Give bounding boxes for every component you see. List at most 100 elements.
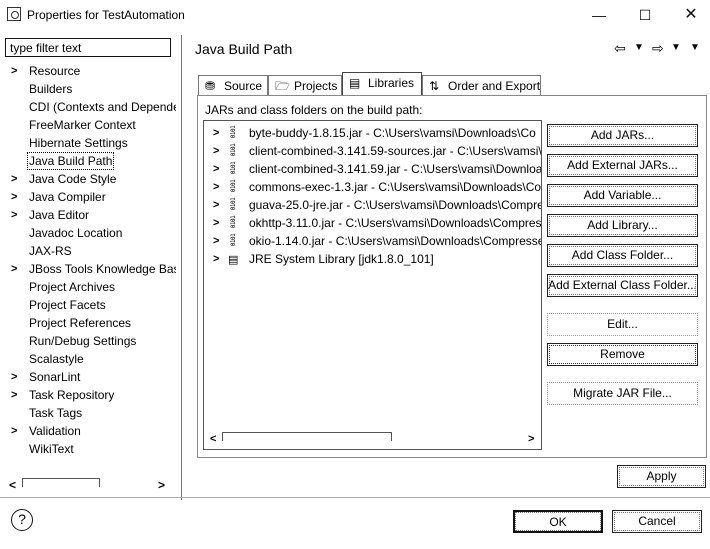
nav-item-label: Java Editor xyxy=(29,208,90,222)
nav-item[interactable]: > Task Repository xyxy=(0,386,176,404)
chevron-right-icon[interactable]: > xyxy=(11,170,17,188)
library-item[interactable]: > guava-25.0-jre.jar - C:\Users\vamsi\Dow… xyxy=(204,196,541,214)
nav-item[interactable]: > Java Code Style xyxy=(0,170,176,188)
chevron-right-icon[interactable]: > xyxy=(11,206,17,224)
nav-item-label: Run/Debug Settings xyxy=(29,334,137,348)
tab-order-and-export[interactable]: ⇅ Order and Export xyxy=(422,75,541,96)
nav-item[interactable]: Project Archives xyxy=(0,278,176,296)
library-item[interactable]: > ▤ JRE System Library [jdk1.8.0_101] xyxy=(204,250,541,268)
library-label: okhttp-3.11.0.jar - C:\Users\vamsi\Downl… xyxy=(249,216,542,230)
edit-button[interactable]: Edit... xyxy=(547,313,698,336)
jar-icon xyxy=(228,181,242,193)
chevron-right-icon[interactable]: > xyxy=(213,124,219,142)
nav-item[interactable]: Scalastyle xyxy=(0,350,176,368)
minimize-button[interactable]: — xyxy=(584,4,614,26)
nav-item[interactable]: FreeMarker Context xyxy=(0,116,176,134)
add-jars-button[interactable]: Add JARs... xyxy=(547,124,698,147)
list-scrollbar-thumb[interactable] xyxy=(222,432,392,441)
chevron-right-icon[interactable]: > xyxy=(213,232,219,250)
ok-button[interactable]: OK xyxy=(513,510,603,533)
nav-item[interactable]: JAX-RS xyxy=(0,242,176,260)
library-item[interactable]: > okhttp-3.11.0.jar - C:\Users\vamsi\Down… xyxy=(204,214,542,232)
nav-item[interactable]: Run/Debug Settings xyxy=(0,332,176,350)
tab-label: Source xyxy=(224,79,263,93)
tab-source[interactable]: ⛃ Source xyxy=(198,75,268,96)
list-scroll-right-icon[interactable]: > xyxy=(528,433,534,445)
filter-input[interactable] xyxy=(5,38,171,57)
nav-item-label: Project References xyxy=(29,316,132,330)
source-folder-icon: ⛃ xyxy=(205,79,216,93)
library-item[interactable]: > byte-buddy-1.8.15.jar - C:\Users\vamsi\… xyxy=(204,124,541,142)
nav-item[interactable]: > SonarLint xyxy=(0,368,176,386)
library-list[interactable]: > byte-buddy-1.8.15.jar - C:\Users\vamsi\… xyxy=(203,120,542,450)
forward-arrow-icon[interactable]: ⇨ xyxy=(652,40,664,57)
nav-item[interactable]: > Validation xyxy=(0,422,176,440)
nav-item-label: FreeMarker Context xyxy=(29,118,136,132)
nav-item-label: CDI (Contexts and Depende xyxy=(29,100,176,114)
nav-item[interactable]: WikiText xyxy=(0,440,176,458)
nav-item[interactable]: > Java Compiler xyxy=(0,188,176,206)
nav-item-label: Resource xyxy=(29,64,81,78)
nav-item-label: JBoss Tools Knowledge Bas xyxy=(29,262,176,276)
library-item[interactable]: > okio-1.14.0.jar - C:\Users\vamsi\Downlo… xyxy=(204,232,542,250)
library-label: okio-1.14.0.jar - C:\Users\vamsi\Downloa… xyxy=(249,234,542,248)
nav-item-label: WikiText xyxy=(29,442,74,456)
view-menu-icon[interactable]: ▼ xyxy=(690,42,700,53)
library-item[interactable]: > client-combined-3.141.59.jar - C:\Users… xyxy=(204,160,541,178)
library-label: byte-buddy-1.8.15.jar - C:\Users\vamsi\D… xyxy=(249,126,536,140)
maximize-button[interactable]: ☐ xyxy=(630,4,660,26)
chevron-right-icon[interactable]: > xyxy=(11,422,17,440)
migrate-jar-button[interactable]: Migrate JAR File... xyxy=(547,382,698,405)
library-item[interactable]: > commons-exec-1.3.jar - C:\Users\vamsi\D… xyxy=(204,178,541,196)
nav-item-label: Scalastyle xyxy=(29,352,84,366)
back-arrow-icon[interactable]: ⇦ xyxy=(614,40,626,57)
chevron-right-icon[interactable]: > xyxy=(11,386,17,404)
chevron-right-icon[interactable]: > xyxy=(213,250,219,268)
help-icon[interactable]: ? xyxy=(11,509,33,531)
nav-item[interactable]: Java Build Path xyxy=(0,152,176,170)
nav-scroll-left-icon[interactable]: < xyxy=(9,478,16,492)
chevron-right-icon[interactable]: > xyxy=(213,196,219,214)
separator xyxy=(0,497,710,498)
chevron-right-icon[interactable]: > xyxy=(11,260,17,278)
nav-item-label: Task Repository xyxy=(29,388,115,402)
add-class-folder-button[interactable]: Add Class Folder... xyxy=(547,244,698,267)
nav-item[interactable]: > JBoss Tools Knowledge Bas xyxy=(0,260,176,278)
nav-item[interactable]: > Resource xyxy=(0,62,176,80)
add-library-button[interactable]: Add Library... xyxy=(547,214,698,237)
window-title: Properties for TestAutomation xyxy=(27,8,185,22)
apply-button[interactable]: Apply xyxy=(617,465,706,488)
chevron-right-icon[interactable]: > xyxy=(213,142,219,160)
chevron-right-icon[interactable]: > xyxy=(213,178,219,196)
remove-button[interactable]: Remove xyxy=(547,343,698,366)
chevron-right-icon[interactable]: > xyxy=(213,214,219,232)
nav-item[interactable]: CDI (Contexts and Depende xyxy=(0,98,176,116)
nav-item[interactable]: Task Tags xyxy=(0,404,176,422)
chevron-right-icon[interactable]: > xyxy=(11,62,17,80)
add-variable-button[interactable]: Add Variable... xyxy=(547,184,698,207)
chevron-right-icon[interactable]: > xyxy=(213,160,219,178)
nav-item[interactable]: > Java Editor xyxy=(0,206,176,224)
forward-dropdown-icon[interactable]: ▼ xyxy=(671,42,681,53)
library-item[interactable]: > client-combined-3.141.59-sources.jar - … xyxy=(204,142,541,160)
nav-item[interactable]: Hibernate Settings xyxy=(0,134,176,152)
nav-item[interactable]: Project References xyxy=(0,314,176,332)
add-external-jars-button[interactable]: Add External JARs... xyxy=(547,154,698,177)
nav-item-label: Java Build Path xyxy=(27,152,115,170)
chevron-right-icon[interactable]: > xyxy=(11,368,17,386)
panel-divider[interactable] xyxy=(181,35,182,500)
nav-scroll-right-icon[interactable]: > xyxy=(158,478,165,492)
tab-projects[interactable]: 🗁 Projects xyxy=(268,75,342,96)
tab-libraries[interactable]: ▤ Libraries xyxy=(342,72,422,95)
cancel-button[interactable]: Cancel xyxy=(612,510,702,533)
chevron-right-icon[interactable]: > xyxy=(11,188,17,206)
jar-icon xyxy=(228,127,242,139)
close-button[interactable]: ✕ xyxy=(676,4,706,26)
nav-item[interactable]: Builders xyxy=(0,80,176,98)
list-scroll-left-icon[interactable]: < xyxy=(210,433,216,445)
add-external-class-folder-button[interactable]: Add External Class Folder... xyxy=(547,274,698,297)
nav-scrollbar-thumb[interactable] xyxy=(22,478,100,487)
nav-item[interactable]: Javadoc Location xyxy=(0,224,176,242)
back-dropdown-icon[interactable]: ▼ xyxy=(634,42,644,53)
nav-item[interactable]: Project Facets xyxy=(0,296,176,314)
